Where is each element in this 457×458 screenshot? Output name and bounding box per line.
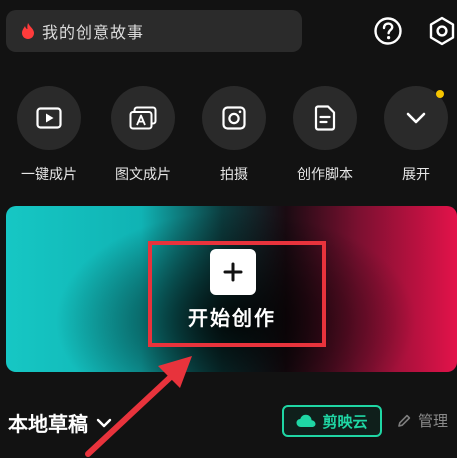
cloud-button[interactable]: 剪映云 <box>282 405 382 437</box>
highlight-box <box>148 241 326 347</box>
action-one-click-video-circle[interactable] <box>17 86 81 150</box>
chevron-down-icon <box>406 112 426 124</box>
action-text-to-video-circle[interactable] <box>111 86 175 150</box>
gear-icon[interactable] <box>427 16 457 46</box>
action-label: 一键成片 <box>21 167 77 183</box>
script-icon <box>314 105 336 131</box>
manage-label: 管理 <box>418 412 449 430</box>
action-one-click-video[interactable]: 一键成片 <box>4 86 94 184</box>
action-label: 创作脚本 <box>297 167 353 183</box>
action-label: 展开 <box>402 167 430 183</box>
text-image-icon <box>129 106 157 130</box>
play-icon <box>36 107 62 129</box>
action-shoot[interactable]: 拍摄 <box>189 86 279 184</box>
chevron-down-icon <box>96 418 112 427</box>
action-script-circle[interactable] <box>293 86 357 150</box>
local-drafts-dropdown[interactable]: 本地草稿 <box>8 408 112 437</box>
action-text-to-video[interactable]: 图文成片 <box>98 86 188 184</box>
action-shoot-circle[interactable] <box>202 86 266 150</box>
cloud-icon <box>296 414 316 427</box>
local-drafts-label: 本地草稿 <box>8 412 88 436</box>
help-icon[interactable] <box>373 16 403 46</box>
action-expand[interactable]: 展开 <box>371 86 457 184</box>
action-label: 拍摄 <box>220 167 248 183</box>
camera-icon <box>222 106 246 130</box>
action-label: 图文成片 <box>115 167 171 183</box>
action-script[interactable]: 创作脚本 <box>280 86 370 184</box>
flame-icon <box>22 23 34 39</box>
edit-icon <box>398 414 411 427</box>
quick-actions: 一键成片 图文成片 拍摄 创作脚本 展开 <box>0 86 457 186</box>
annotation-arrow-icon <box>85 356 192 457</box>
action-expand-circle[interactable] <box>384 86 448 150</box>
manage-button[interactable]: 管理 <box>396 410 448 431</box>
search-bar[interactable]: 我的创意故事 <box>6 10 302 52</box>
cloud-label: 剪映云 <box>322 412 368 431</box>
search-placeholder: 我的创意故事 <box>42 23 145 42</box>
new-badge-dot <box>436 90 444 98</box>
